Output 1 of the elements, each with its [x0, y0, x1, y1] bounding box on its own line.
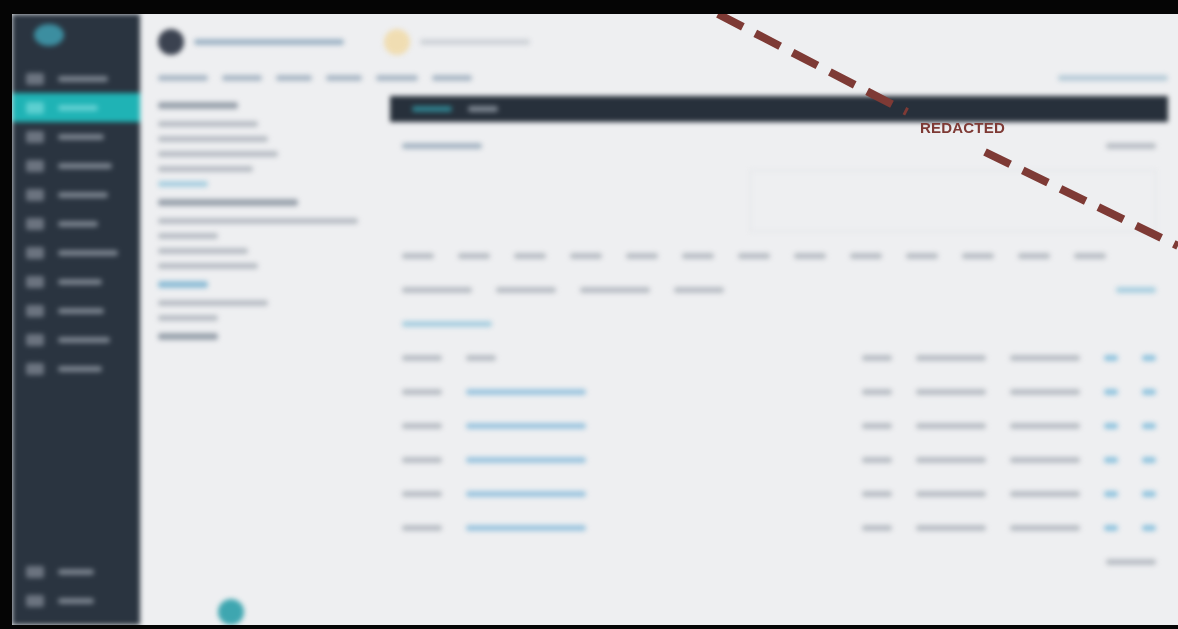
redacted-label: REDACTED — [920, 119, 1005, 136]
